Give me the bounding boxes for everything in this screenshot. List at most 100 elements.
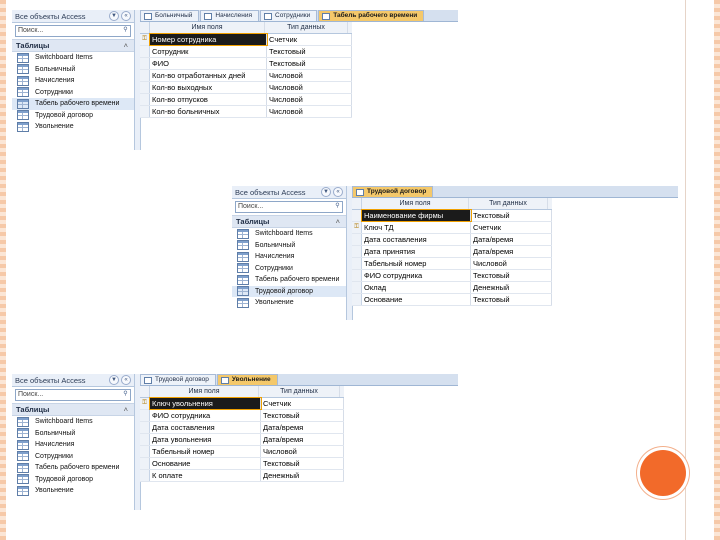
nav-item-table[interactable]: Switchboard Items xyxy=(232,228,346,240)
chevron-up-icon[interactable]: ˄ xyxy=(124,40,128,51)
field-name-cell[interactable]: Основание xyxy=(150,458,261,469)
data-type-cell[interactable]: Счетчик xyxy=(471,222,552,233)
field-name-cell[interactable]: Табельный номер xyxy=(362,258,471,269)
data-type-cell[interactable]: Текстовый xyxy=(471,210,552,221)
field-row[interactable]: Дата составления Дата/время xyxy=(140,422,344,434)
field-row[interactable]: Табельный номер Числовой xyxy=(352,258,552,270)
data-type-cell[interactable]: Счетчик xyxy=(267,34,352,45)
field-name-cell[interactable]: Оклад xyxy=(362,282,471,293)
data-type-cell[interactable]: Счетчик xyxy=(261,398,344,409)
collapse-pane-icon[interactable]: « xyxy=(333,187,343,197)
data-type-cell[interactable]: Текстовый xyxy=(261,458,344,469)
data-type-cell[interactable]: Текстовый xyxy=(267,46,352,57)
group-header-tables[interactable]: Таблицы ˄ xyxy=(12,403,134,416)
data-type-cell[interactable]: Дата/время xyxy=(261,422,344,433)
nav-item-table[interactable]: Табель рабочего времени xyxy=(232,274,346,286)
field-row[interactable]: Дата увольнения Дата/время xyxy=(140,434,344,446)
field-row[interactable]: Основание Текстовый xyxy=(140,458,344,470)
nav-item-table[interactable]: Switchboard Items xyxy=(12,52,134,64)
search-icon[interactable]: ⚲ xyxy=(122,27,129,34)
search-input[interactable]: Поиск... ⚲ xyxy=(15,389,131,401)
nav-item-table[interactable]: Сотрудники xyxy=(232,263,346,275)
data-type-cell[interactable]: Денежный xyxy=(261,470,344,481)
field-name-cell[interactable]: Ключ увольнения xyxy=(149,397,262,410)
data-type-cell[interactable]: Числовой xyxy=(261,446,344,457)
data-type-cell[interactable]: Дата/время xyxy=(471,234,552,245)
field-name-cell[interactable]: Основание xyxy=(362,294,471,305)
nav-item-table[interactable]: Сотрудники xyxy=(12,451,134,463)
nav-pane-header[interactable]: Все объекты Access ▼ « xyxy=(232,186,346,199)
nav-item-table[interactable]: Больничный xyxy=(12,428,134,440)
document-tab[interactable]: Сотрудники xyxy=(260,10,318,21)
field-row[interactable]: ⚿ Номер сотрудника Счетчик xyxy=(140,33,352,46)
field-name-cell[interactable]: Кол-во больничных xyxy=(150,106,267,117)
data-type-cell[interactable]: Числовой xyxy=(267,94,352,105)
field-name-cell[interactable]: Сотрудник xyxy=(150,46,267,57)
search-icon[interactable]: ⚲ xyxy=(334,203,341,210)
row-selector[interactable] xyxy=(140,58,150,69)
row-selector[interactable] xyxy=(140,94,150,105)
field-row[interactable]: Кол-во выходных Числовой xyxy=(140,82,352,94)
primary-key-icon[interactable]: ⚿ xyxy=(140,398,150,409)
field-name-cell[interactable]: Дата составления xyxy=(362,234,471,245)
nav-item-table[interactable]: Трудовой договор xyxy=(12,110,134,122)
field-row[interactable]: ⚿ Ключ увольнения Счетчик xyxy=(140,397,344,410)
field-row[interactable]: Основание Текстовый xyxy=(352,294,552,306)
field-row[interactable]: Табельный номер Числовой xyxy=(140,446,344,458)
data-type-cell[interactable]: Числовой xyxy=(267,82,352,93)
search-icon[interactable]: ⚲ xyxy=(122,391,129,398)
data-type-cell[interactable]: Текстовый xyxy=(267,58,352,69)
row-selector[interactable] xyxy=(140,410,150,421)
field-name-cell[interactable]: Дата составления xyxy=(150,422,261,433)
nav-item-table[interactable]: Начисления xyxy=(12,439,134,451)
row-selector[interactable] xyxy=(140,106,150,117)
data-type-cell[interactable]: Денежный xyxy=(471,282,552,293)
field-name-cell[interactable]: Табельный номер xyxy=(150,446,261,457)
field-row[interactable]: Оклад Денежный xyxy=(352,282,552,294)
row-selector[interactable] xyxy=(352,294,362,305)
field-row[interactable]: ФИО сотрудника Текстовый xyxy=(140,410,344,422)
nav-menu-icon[interactable]: ▼ xyxy=(321,187,331,197)
field-name-cell[interactable]: Номер сотрудника xyxy=(149,33,268,46)
nav-item-table[interactable]: Больничный xyxy=(232,240,346,252)
nav-pane-header[interactable]: Все объекты Access ▼ « xyxy=(12,10,134,23)
field-row[interactable]: Кол-во отпусков Числовой xyxy=(140,94,352,106)
primary-key-icon[interactable]: ⚿ xyxy=(140,34,150,45)
row-selector[interactable] xyxy=(140,458,150,469)
collapse-pane-icon[interactable]: « xyxy=(121,375,131,385)
row-selector[interactable] xyxy=(140,82,150,93)
document-tab[interactable]: Трудовой договор xyxy=(352,186,434,197)
data-type-cell[interactable]: Дата/время xyxy=(471,246,552,257)
field-row[interactable]: Дата составления Дата/время xyxy=(352,234,552,246)
row-selector[interactable] xyxy=(140,422,150,433)
row-selector[interactable] xyxy=(140,470,150,481)
nav-item-table[interactable]: Больничный xyxy=(12,64,134,76)
search-input[interactable]: Поиск... ⚲ xyxy=(15,25,131,37)
primary-key-icon[interactable]: ⚿ xyxy=(352,222,362,233)
nav-item-table[interactable]: Switchboard Items xyxy=(12,416,134,428)
document-tab[interactable]: Увольнение xyxy=(216,374,278,385)
document-tab[interactable]: Начисления xyxy=(200,10,260,21)
nav-item-table[interactable]: Трудовой договор xyxy=(232,285,346,297)
row-selector[interactable] xyxy=(352,246,362,257)
row-selector[interactable] xyxy=(352,270,362,281)
field-row[interactable]: Кол-во отработанных дней Числовой xyxy=(140,70,352,82)
field-row[interactable]: Кол-во больничных Числовой xyxy=(140,106,352,118)
document-tab[interactable]: Больничный xyxy=(140,10,200,21)
data-type-cell[interactable]: Текстовый xyxy=(471,270,552,281)
field-name-cell[interactable]: ФИО сотрудника xyxy=(150,410,261,421)
field-row[interactable]: ⚿ Ключ ТД Счетчик xyxy=(352,222,552,234)
field-name-cell[interactable]: Кол-во отпусков xyxy=(150,94,267,105)
row-selector[interactable] xyxy=(140,434,150,445)
nav-item-table[interactable]: Увольнение xyxy=(12,485,134,497)
chevron-up-icon[interactable]: ˄ xyxy=(124,404,128,415)
field-name-cell[interactable]: К оплате xyxy=(150,470,261,481)
data-type-cell[interactable]: Числовой xyxy=(267,70,352,81)
document-tab[interactable]: Трудовой договор xyxy=(140,374,216,385)
field-name-cell[interactable]: ФИО xyxy=(150,58,267,69)
row-selector[interactable] xyxy=(352,282,362,293)
document-tab[interactable]: Табель рабочего времени xyxy=(318,10,425,21)
data-type-cell[interactable]: Числовой xyxy=(471,258,552,269)
data-type-cell[interactable]: Дата/время xyxy=(261,434,344,445)
field-name-cell[interactable]: Кол-во отработанных дней xyxy=(150,70,267,81)
